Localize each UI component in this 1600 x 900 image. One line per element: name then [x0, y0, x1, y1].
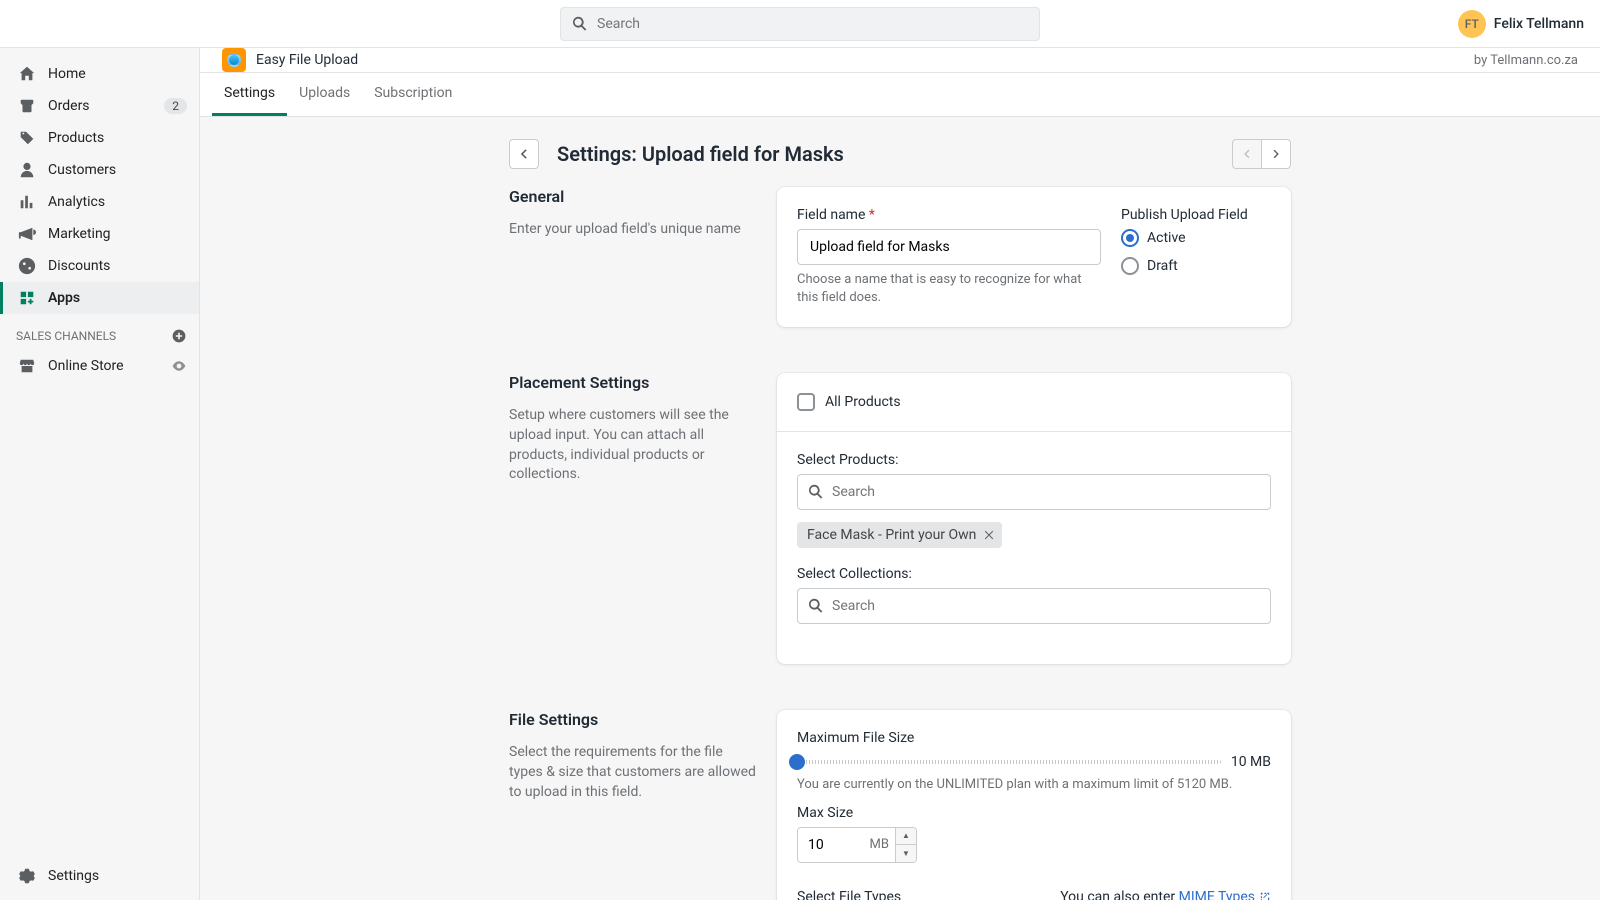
sidebar-item-analytics[interactable]: Analytics: [0, 186, 199, 218]
sidebar-item-customers[interactable]: Customers: [0, 154, 199, 186]
prev-button[interactable]: [1232, 139, 1262, 169]
orders-badge: 2: [164, 98, 187, 114]
max-file-size-label: Maximum File Size: [797, 730, 1271, 746]
sidebar-item-label: Analytics: [48, 194, 187, 210]
plan-note: You are currently on the UNLIMITED plan …: [797, 776, 1271, 794]
radio-label: Draft: [1147, 258, 1178, 274]
tag-label: Face Mask - Print your Own: [807, 527, 976, 543]
select-collections-label: Select Collections:: [797, 566, 1271, 582]
section-label: SALES CHANNELS: [16, 329, 116, 343]
app-header: Easy File Upload by Tellmann.co.za: [200, 48, 1600, 73]
section-desc-general: Enter your upload field's unique name: [509, 220, 757, 240]
discounts-icon: [18, 257, 36, 275]
apps-icon: [18, 289, 36, 307]
section-desc-placement: Setup where customers will see the uploa…: [509, 406, 757, 484]
sidebar-item-label: Orders: [48, 98, 152, 114]
max-size-stepper[interactable]: MB ▲ ▼: [797, 827, 917, 863]
section-title-placement: Placement Settings: [509, 373, 757, 392]
section-title-general: General: [509, 187, 757, 206]
eye-icon[interactable]: [171, 358, 187, 374]
mime-types-link[interactable]: MIME Types: [1179, 889, 1271, 900]
collections-search-input[interactable]: [797, 588, 1271, 624]
sidebar-section-channels: SALES CHANNELS: [0, 314, 199, 350]
tab-settings[interactable]: Settings: [212, 73, 287, 116]
tag-remove-button[interactable]: [982, 528, 996, 542]
customers-icon: [18, 161, 36, 179]
home-icon: [18, 65, 36, 83]
product-tag: Face Mask - Print your Own: [797, 522, 1002, 548]
orders-icon: [18, 97, 36, 115]
sidebar-item-label: Online Store: [48, 358, 159, 374]
sidebar-item-settings[interactable]: Settings: [0, 860, 199, 892]
app-attribution: by Tellmann.co.za: [1474, 53, 1578, 68]
app-name: Easy File Upload: [256, 52, 358, 68]
tab-uploads[interactable]: Uploads: [287, 73, 362, 116]
chevron-right-icon: [1269, 147, 1283, 161]
select-types-label: Select File Types: [797, 889, 901, 900]
gear-icon: [18, 867, 36, 885]
avatar: FT: [1458, 10, 1486, 38]
publish-label: Publish Upload Field: [1121, 207, 1271, 223]
field-name-input[interactable]: [797, 229, 1101, 265]
max-size-unit: MB: [870, 828, 895, 862]
sidebar-item-label: Marketing: [48, 226, 187, 242]
close-icon: [982, 528, 996, 542]
section-title-file: File Settings: [509, 710, 757, 729]
search-icon: [571, 15, 589, 33]
search-icon: [807, 483, 825, 501]
sidebar-item-online-store[interactable]: Online Store: [0, 350, 199, 382]
stepper-up-button[interactable]: ▲: [896, 828, 916, 846]
sidebar-item-home[interactable]: Home: [0, 58, 199, 90]
tab-subscription[interactable]: Subscription: [362, 73, 464, 116]
max-size-input[interactable]: [798, 828, 870, 862]
analytics-icon: [18, 193, 36, 211]
sidebar-item-label: Apps: [48, 290, 187, 306]
sidebar-item-marketing[interactable]: Marketing: [0, 218, 199, 250]
plus-circle-icon[interactable]: [171, 328, 187, 344]
all-products-checkbox[interactable]: All Products: [797, 393, 1271, 411]
stepper-down-button[interactable]: ▼: [896, 845, 916, 862]
sidebar-item-apps[interactable]: Apps: [0, 282, 199, 314]
arrow-left-icon: [516, 146, 532, 162]
slider-value: 10 MB: [1231, 754, 1271, 770]
search-input[interactable]: [597, 16, 1029, 32]
external-link-icon: [1259, 891, 1271, 900]
chevron-left-icon: [1240, 147, 1254, 161]
tabs: Settings Uploads Subscription: [200, 73, 1600, 117]
app-icon: [222, 48, 246, 72]
sidebar-item-label: Products: [48, 130, 187, 146]
user-name: Felix Tellmann: [1494, 16, 1584, 32]
field-name-help: Choose a name that is easy to recognize …: [797, 271, 1101, 307]
user-menu[interactable]: FT Felix Tellmann: [1458, 10, 1584, 38]
topbar: FT Felix Tellmann: [0, 0, 1600, 48]
section-desc-file: Select the requirements for the file typ…: [509, 743, 757, 802]
sidebar-item-label: Home: [48, 66, 187, 82]
sidebar-item-label: Settings: [48, 868, 187, 884]
sidebar: Home Orders 2 Products Customers Analyti…: [0, 48, 200, 900]
sidebar-item-products[interactable]: Products: [0, 122, 199, 154]
back-button[interactable]: [509, 139, 539, 169]
marketing-icon: [18, 225, 36, 243]
checkbox-label: All Products: [825, 394, 901, 410]
file-size-slider[interactable]: [797, 760, 1221, 764]
sidebar-item-label: Customers: [48, 162, 187, 178]
max-size-label: Max Size: [797, 805, 1271, 821]
search-icon: [807, 597, 825, 615]
store-icon: [18, 357, 36, 375]
global-search[interactable]: [560, 7, 1040, 41]
mime-hint: You can also enter MIME Types: [1060, 889, 1271, 900]
radio-draft[interactable]: Draft: [1121, 257, 1271, 275]
products-search-input[interactable]: [797, 474, 1271, 510]
products-icon: [18, 129, 36, 147]
page-title: Settings: Upload field for Masks: [557, 142, 844, 166]
sidebar-item-label: Discounts: [48, 258, 187, 274]
field-name-label: Field name *: [797, 207, 1101, 223]
slider-thumb[interactable]: [789, 754, 805, 770]
select-products-label: Select Products:: [797, 452, 1271, 468]
sidebar-item-discounts[interactable]: Discounts: [0, 250, 199, 282]
radio-active[interactable]: Active: [1121, 229, 1271, 247]
sidebar-item-orders[interactable]: Orders 2: [0, 90, 199, 122]
radio-label: Active: [1147, 230, 1186, 246]
next-button[interactable]: [1261, 139, 1291, 169]
